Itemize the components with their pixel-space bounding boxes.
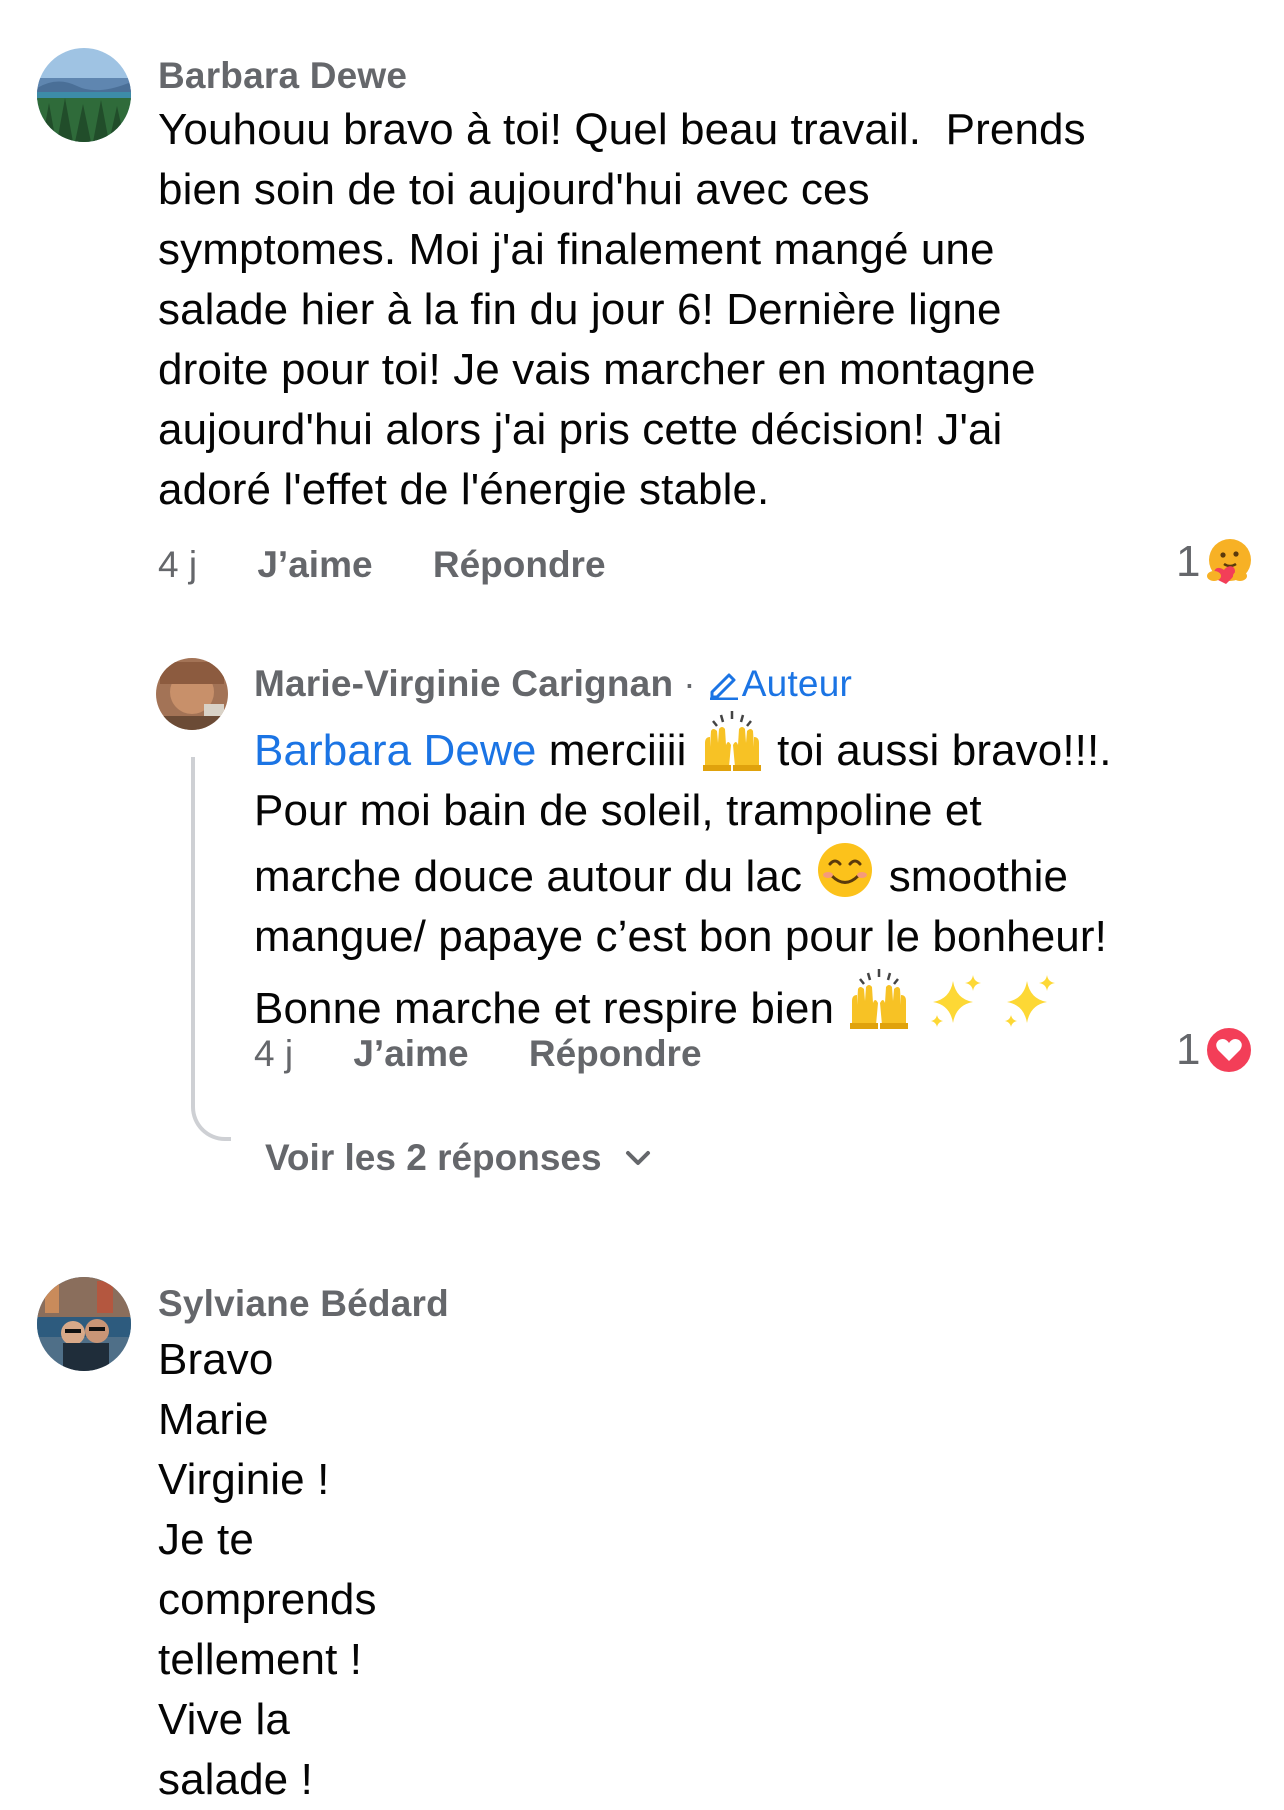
reply-line: marche douce autour du lac smoothie xyxy=(254,841,1112,907)
comment-line: Youhouu bravo à toi! Quel beau travail. … xyxy=(158,105,1086,154)
avatar[interactable] xyxy=(37,48,131,142)
comment-author-name[interactable]: Barbara Dewe xyxy=(158,55,407,97)
reply-line: Barbara Dewe merciiii toi aussi bravo!!!… xyxy=(254,709,1112,781)
comment-line: tellement ! Vive la salade ! xyxy=(158,1635,363,1804)
comment-body: Bravo Marie Virginie ! Je te comprends t… xyxy=(158,1330,377,1810)
comment-line: adoré l'effet de l'énergie stable. xyxy=(158,465,770,514)
reply-text: merciiii xyxy=(548,726,687,775)
reply-button[interactable]: Répondre xyxy=(529,1033,702,1074)
reply-text: toi aussi bravo!!!. xyxy=(777,726,1112,775)
like-button[interactable]: J’aime xyxy=(257,544,372,585)
reply-line: mangue/ papaye c’est bon pour le bonheur… xyxy=(254,912,1107,961)
raising-hands-emoji-icon xyxy=(702,711,761,771)
comment-author-name[interactable]: Marie-Virginie Carignan xyxy=(254,663,673,704)
reply-text: smoothie xyxy=(888,852,1069,901)
sparkles-emoji-icon xyxy=(930,975,981,1027)
reply-text: marche douce autour du lac xyxy=(254,852,803,901)
sparkles-emoji-icon xyxy=(1005,975,1056,1027)
comment-line: bien soin de toi aujourd'hui avec ces xyxy=(158,165,870,214)
comment-timestamp[interactable]: 4 j xyxy=(254,1033,293,1074)
person-avatar-image xyxy=(156,658,228,730)
reply-body: Barbara Dewe merciiii toi aussi bravo!!!… xyxy=(254,709,1112,1039)
reply-line: Bonne marche et respire bien xyxy=(254,967,1112,1039)
view-more-replies-button[interactable]: Voir les 2 réponses xyxy=(265,1137,658,1179)
comment-line: salade hier à la fin du jour 6! Dernière… xyxy=(158,285,1002,334)
like-button[interactable]: J’aime xyxy=(353,1033,468,1074)
care-emoji-icon xyxy=(1207,539,1252,584)
landscape-avatar-image xyxy=(37,48,131,142)
love-heart-icon xyxy=(1205,1026,1254,1074)
comment-line: Bravo Marie Virginie ! Je te comprends xyxy=(158,1335,377,1624)
reply-line: Pour moi bain de soleil, trampoline et xyxy=(254,786,982,835)
comment-author-name[interactable]: Sylviane Bédard xyxy=(158,1283,449,1325)
reaction-count: 1 xyxy=(1176,1025,1201,1074)
reaction-summary[interactable]: 1 xyxy=(1176,1025,1254,1075)
avatar[interactable] xyxy=(37,1277,131,1371)
view-more-replies-label: Voir les 2 réponses xyxy=(265,1137,602,1178)
reaction-summary[interactable]: 1 xyxy=(1176,536,1256,588)
reply-actions: 4 j J’aime Répondre xyxy=(254,1033,752,1075)
comment-line: symptomes. Moi j'ai finalement mangé une xyxy=(158,225,995,274)
comment-timestamp[interactable]: 4 j xyxy=(158,544,197,585)
raising-hands-emoji-icon xyxy=(850,969,909,1029)
chevron-down-icon xyxy=(625,1151,650,1165)
reply-button[interactable]: Répondre xyxy=(433,544,606,585)
mention-link[interactable]: Barbara Dewe xyxy=(254,726,536,775)
comment-body: Youhouu bravo à toi! Quel beau travail. … xyxy=(158,100,1086,520)
author-badge: Auteur xyxy=(706,663,852,704)
smiling-face-emoji-icon xyxy=(818,843,873,897)
couple-avatar-image xyxy=(37,1277,131,1371)
comment-line: droite pour toi! Je vais marcher en mont… xyxy=(158,345,1036,394)
thread-connector-line xyxy=(191,757,231,1141)
reply-text: Bonne marche et respire bien xyxy=(254,984,835,1033)
comment-line: aujourd'hui alors j'ai pris cette décisi… xyxy=(158,405,1003,454)
separator-dot: · xyxy=(683,663,696,704)
pencil-icon xyxy=(709,673,738,701)
avatar[interactable] xyxy=(156,658,228,730)
reaction-count: 1 xyxy=(1176,537,1201,586)
author-badge-label: Auteur xyxy=(741,663,852,704)
reply-author-line: Marie-Virginie Carignan · Auteur xyxy=(254,663,852,705)
comment-actions: 4 j J’aime Répondre xyxy=(158,544,656,586)
